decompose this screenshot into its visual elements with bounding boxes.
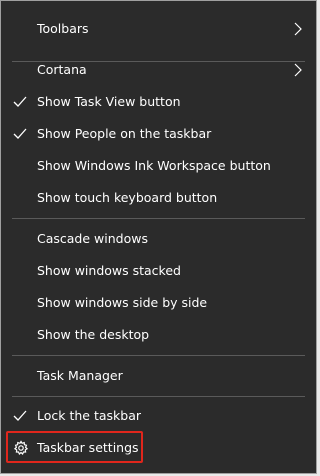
menu-separator [12, 396, 305, 397]
menu-item-show-desktop[interactable]: Show the desktop [1, 320, 316, 350]
menu-item-label: Show touch keyboard button [37, 190, 218, 205]
menu-item-show-windows-side-by-side[interactable]: Show windows side by side [1, 288, 316, 318]
checkmark-icon [13, 410, 27, 421]
menu-item-toolbars[interactable]: Toolbars [1, 14, 316, 44]
checkmark-icon [13, 96, 27, 107]
menu-separator [12, 218, 305, 219]
menu-item-show-people[interactable]: Show People on the taskbar [1, 119, 316, 149]
checkmark-icon [13, 128, 27, 139]
chevron-right-icon [294, 22, 302, 36]
menu-item-label: Cascade windows [37, 231, 148, 246]
menu-item-label: Show the desktop [37, 327, 150, 342]
menu-item-task-manager[interactable]: Task Manager [1, 361, 316, 391]
menu-item-cortana[interactable]: Cortana [1, 55, 316, 85]
menu-item-label: Show windows side by side [37, 295, 208, 310]
menu-item-label: Show People on the taskbar [37, 126, 212, 141]
menu-item-cascade-windows[interactable]: Cascade windows [1, 224, 316, 254]
menu-item-label: Lock the taskbar [37, 408, 142, 423]
chevron-right-icon [294, 63, 302, 77]
menu-item-show-touch-keyboard[interactable]: Show touch keyboard button [1, 183, 316, 213]
menu-item-label: Toolbars [37, 21, 89, 36]
taskbar-context-menu: Toolbars Cortana Show Task View button S… [0, 0, 317, 474]
menu-item-lock-taskbar[interactable]: Lock the taskbar [1, 401, 316, 431]
menu-item-label: Task Manager [37, 368, 123, 383]
menu-item-show-windows-stacked[interactable]: Show windows stacked [1, 256, 316, 286]
menu-item-show-ink-workspace[interactable]: Show Windows Ink Workspace button [1, 151, 316, 181]
menu-item-label: Show Task View button [37, 94, 181, 109]
menu-item-label: Cortana [37, 62, 87, 77]
highlight-box [6, 431, 143, 463]
menu-item-show-task-view[interactable]: Show Task View button [1, 87, 316, 117]
menu-item-label: Show Windows Ink Workspace button [37, 158, 271, 173]
menu-item-label: Show windows stacked [37, 263, 181, 278]
menu-separator [12, 355, 305, 356]
